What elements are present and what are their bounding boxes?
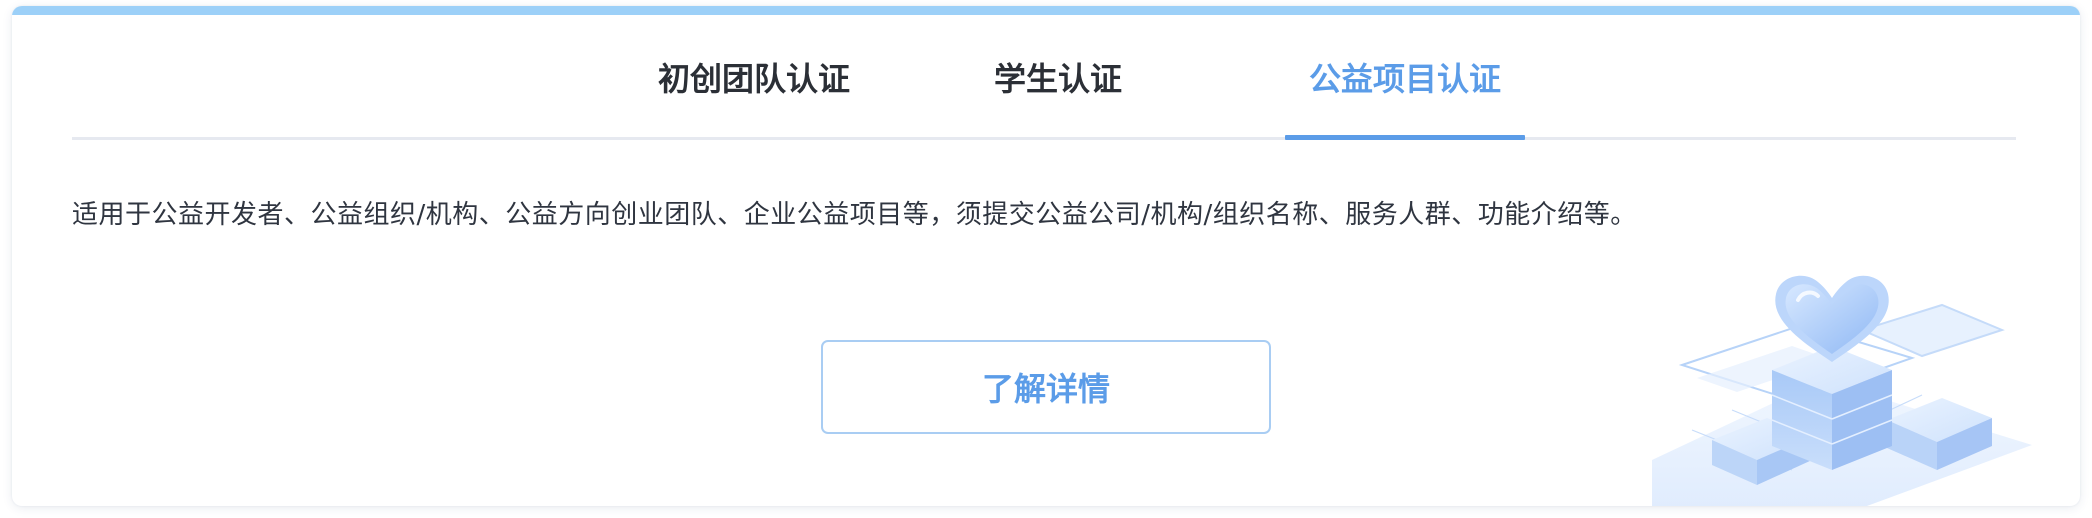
learn-more-button[interactable]: 了解详情 <box>821 340 1271 434</box>
heart-on-platform-illustration-icon <box>1652 275 2032 506</box>
active-tab-indicator <box>1285 135 1525 140</box>
tab-public-welfare[interactable]: 公益项目认证 <box>1309 59 1501 99</box>
certification-card: 初创团队认证 学生认证 公益项目认证 适用于公益开发者、公益组织/机构、公益方向… <box>12 6 2080 506</box>
certification-description: 适用于公益开发者、公益组织/机构、公益方向创业团队、企业公益项目等，须提交公益公… <box>72 200 1637 230</box>
tab-startup-team[interactable]: 初创团队认证 <box>658 59 850 99</box>
tab-student[interactable]: 学生认证 <box>994 59 1122 99</box>
top-accent-stripe <box>12 6 2080 15</box>
certification-tabs: 初创团队认证 学生认证 公益项目认证 <box>72 15 2016 140</box>
